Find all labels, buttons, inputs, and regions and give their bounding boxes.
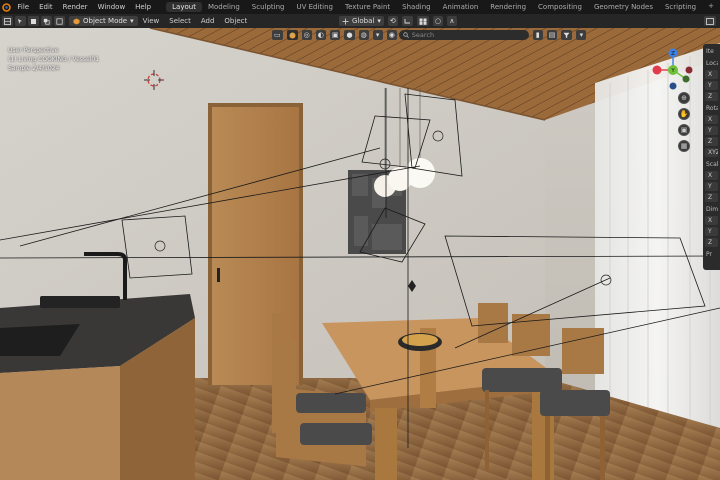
gizmo-toggle-icon[interactable]: ◎ [301,30,312,40]
object-mode-icon [73,18,80,24]
render-preview-icon[interactable] [286,30,298,40]
viewport-info-overlay: User Perspective (1) Living COOKING / Ve… [8,46,99,73]
perspective-toggle-icon[interactable]: ▦ [678,140,690,152]
rendered-scene [0,28,720,480]
workspace-tabs: Layout Modeling Sculpting UV Editing Tex… [166,2,720,12]
z-axis-label: Z [671,51,675,57]
viewport-options-icon[interactable] [704,16,716,26]
camera-view-icon[interactable]: ▣ [678,124,690,136]
visibility-icon[interactable]: ◉ [386,30,397,40]
3d-viewport[interactable] [0,28,720,480]
header-menu-add[interactable]: Add [196,17,220,25]
viewport-tool-row: ▭ ◎ ◐ ▣ ● ◍ ▾ ◉ Search ▮ ▤ ▾ [270,29,587,41]
tab-scripting[interactable]: Scripting [659,2,702,12]
add-workspace-button[interactable]: + [702,2,720,12]
view-layer-icon[interactable]: ▭ [272,30,283,40]
header-menu-select[interactable]: Select [164,17,196,25]
menu-edit[interactable]: Edit [34,3,58,11]
rotation-z-field[interactable]: Z [705,137,718,146]
y-axis-label: Y [670,68,675,74]
n-panel-sidebar: Ite Loca X Y Z Rotat X Y Z XYZ Scale X Y… [703,44,720,270]
bookmark-icon[interactable]: ▮ [532,30,543,40]
transform-orientation-dropdown[interactable]: Global ▾ [339,16,384,26]
dimensions-y-field[interactable]: Y [705,227,718,236]
xray-icon[interactable]: ▣ [329,30,341,40]
chevron-down-icon[interactable]: ▾ [576,30,587,40]
search-placeholder: Search [411,31,435,39]
top-menubar: File Edit Render Window Help Layout Mode… [0,0,720,14]
x-axis-handle [652,65,662,75]
location-x-field[interactable]: X [705,70,718,79]
tab-shading[interactable]: Shading [396,2,436,12]
scale-y-field[interactable]: Y [705,182,718,191]
menu-render[interactable]: Render [58,3,93,11]
3d-cursor-icon[interactable] [144,70,164,92]
chevron-down-icon: ▾ [377,17,381,25]
snap-target-icon[interactable] [416,16,429,26]
view-name: User Perspective [8,47,59,54]
scale-x-field[interactable]: X [705,171,718,180]
tab-rendering[interactable]: Rendering [484,2,532,12]
shading-material-icon[interactable]: ◍ [358,30,369,40]
tab-sculpting[interactable]: Sculpting [246,2,291,12]
header-menu-view[interactable]: View [138,17,165,25]
viewport-nav-buttons: ⊕ ✋ ▣ ▦ [678,92,690,152]
dimensions-header[interactable]: Dime [706,205,718,214]
header-menu-object[interactable]: Object [219,17,252,25]
properties-header[interactable]: Pr [706,250,718,259]
search-input[interactable]: Search [398,30,529,40]
select-box-icon[interactable] [15,16,26,26]
select-mode-extend-icon[interactable] [41,16,52,26]
transform-orientation-label: Global [352,17,375,25]
pan-hand-icon[interactable]: ✋ [678,108,690,120]
header-right-controls [702,16,716,26]
menu-file[interactable]: File [12,3,34,11]
pivot-point-icon[interactable]: ⟲ [387,16,398,26]
overlay-toggle-icon[interactable]: ◐ [315,30,326,40]
chevron-down-icon: ▾ [130,17,134,25]
tab-layout[interactable]: Layout [166,2,202,12]
object-mode-label: Object Mode [83,17,128,25]
menu-window[interactable]: Window [93,3,131,11]
select-mode-subtract-icon[interactable] [54,16,65,26]
filter-icon[interactable] [561,30,573,40]
object-mode-dropdown[interactable]: Object Mode ▾ [69,16,138,26]
orientation-icon [342,18,349,24]
tab-geometry-nodes[interactable]: Geometry Nodes [588,2,659,12]
render-sample-info: Sample 2/4/1024 [8,65,60,72]
rotation-header[interactable]: Rotat [706,104,718,113]
scale-z-field[interactable]: Z [705,193,718,202]
search-icon [403,32,409,38]
tab-compositing[interactable]: Compositing [532,2,588,12]
tab-uv-editing[interactable]: UV Editing [290,2,339,12]
shading-solid-icon[interactable]: ● [344,30,355,40]
tab-animation[interactable]: Animation [437,2,485,12]
transform-controls: Global ▾ ⟲ ○ ∧ [337,16,457,26]
location-header[interactable]: Loca [706,59,718,68]
navigation-gizmo[interactable]: Z Y [648,46,698,96]
dimensions-z-field[interactable]: Z [705,238,718,247]
tab-modeling[interactable]: Modeling [202,2,246,12]
panel-tab-item[interactable]: Ite [706,47,718,56]
menu-help[interactable]: Help [130,3,156,11]
rotation-mode-dropdown[interactable]: XYZ [705,148,718,157]
location-y-field[interactable]: Y [705,81,718,90]
blender-logo-icon[interactable] [0,0,12,14]
rotation-x-field[interactable]: X [705,115,718,124]
proportional-falloff-icon[interactable]: ∧ [446,16,457,26]
viewport-header: Object Mode ▾ View Select Add Object Glo… [0,14,720,28]
zoom-icon[interactable]: ⊕ [678,92,690,104]
tab-texture-paint[interactable]: Texture Paint [339,2,396,12]
chevron-down-icon[interactable]: ▾ [372,30,383,40]
select-mode-new-icon[interactable] [28,16,39,26]
snap-icon[interactable] [401,16,413,26]
active-object-info: (1) Living COOKING / Vessel01 [8,56,100,63]
editor-type-icon[interactable] [2,16,13,26]
toggle-icon[interactable]: ▤ [546,30,558,40]
scale-header[interactable]: Scale [706,160,718,169]
rotation-y-field[interactable]: Y [705,126,718,135]
dimensions-x-field[interactable]: X [705,216,718,225]
location-z-field[interactable]: Z [705,92,718,101]
proportional-edit-icon[interactable]: ○ [432,16,443,26]
